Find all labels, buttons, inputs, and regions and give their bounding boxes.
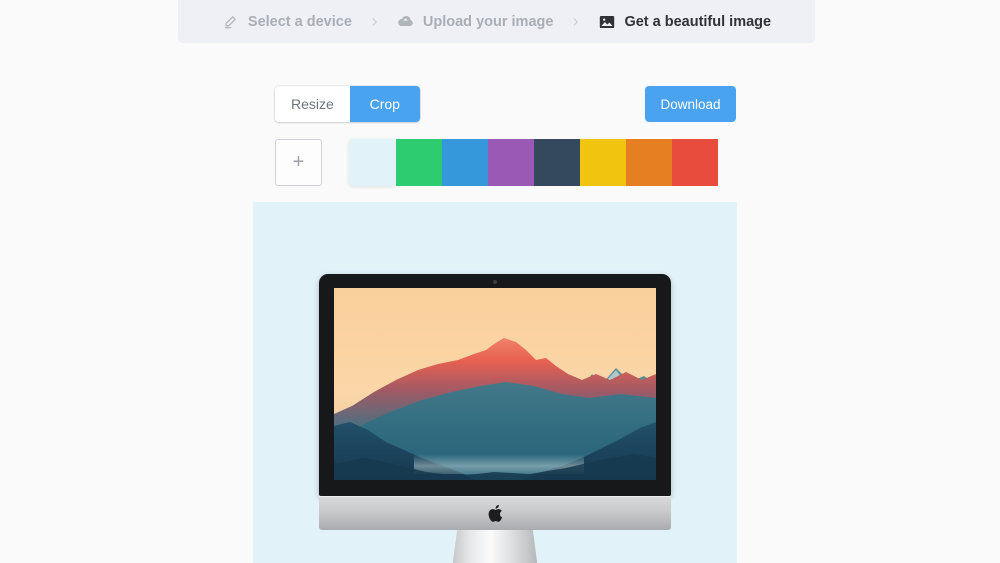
image-icon [598, 13, 615, 30]
resize-button[interactable]: Resize [275, 86, 350, 122]
swatch-orange[interactable] [626, 139, 672, 186]
breadcrumb-separator-2 [570, 15, 581, 29]
breadcrumb-step-upload-your-image[interactable]: Upload your image [397, 13, 554, 30]
mode-toggle-group: Resize Crop [275, 86, 420, 122]
swatch-dark-slate[interactable] [534, 139, 580, 186]
swatch-blue[interactable] [442, 139, 488, 186]
swatch-yellow[interactable] [580, 139, 626, 186]
add-color-button[interactable]: + [275, 139, 322, 186]
plus-icon: + [292, 151, 305, 173]
download-button[interactable]: Download [645, 86, 736, 122]
crop-button[interactable]: Crop [349, 86, 420, 122]
preview-canvas[interactable] [253, 202, 737, 563]
swatch-green[interactable] [396, 139, 442, 186]
imac-bezel [319, 274, 671, 496]
breadcrumb-step-get-a-beautiful-image[interactable]: Get a beautiful image [598, 13, 771, 30]
imac-device-mockup [319, 274, 671, 563]
breadcrumb: Select a device Upload your image Get a … [178, 0, 815, 43]
editor-toolbar: Resize Crop Download [275, 86, 736, 122]
background-color-picker: + [275, 139, 718, 186]
wallpaper-mountains [334, 288, 656, 480]
breadcrumb-separator-1 [369, 15, 380, 29]
imac-screen [334, 288, 656, 480]
apple-logo-icon [487, 504, 503, 523]
imac-chin [319, 496, 671, 530]
swatch-red[interactable] [672, 139, 718, 186]
pencil-icon [222, 13, 239, 30]
breadcrumb-step-select-a-device[interactable]: Select a device [222, 13, 352, 30]
swatch-light-blue[interactable] [349, 139, 396, 186]
breadcrumb-step-label: Upload your image [422, 13, 554, 30]
cloud-upload-icon [397, 13, 414, 30]
imac-camera-icon [493, 280, 497, 284]
swatch-purple[interactable] [488, 139, 534, 186]
swatch-list [349, 139, 718, 186]
imac-stand-neck [452, 530, 538, 563]
breadcrumb-step-label: Select a device [247, 13, 352, 30]
breadcrumb-step-label: Get a beautiful image [624, 13, 772, 30]
